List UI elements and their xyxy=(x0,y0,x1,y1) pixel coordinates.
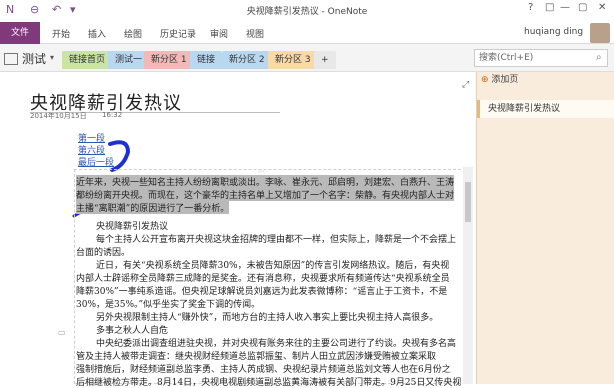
paragraph-line: 中央纪委派出调查组进驻央视，并对央视有账务来往的主要公司进行了约谈。央视有多名高 xyxy=(96,339,457,349)
chevron-down-icon[interactable]: ▾ xyxy=(50,53,54,62)
container-handle-icon[interactable]: ⋯ xyxy=(258,168,264,175)
paragraph-line: 内部人士辟谣称全员降薪三成降的是奖金。还有消息称，央视要求所有频道传达“央视系统… xyxy=(76,274,450,284)
pages-pane: ⊕ 添加页 央视降薪引发热议 xyxy=(476,72,614,384)
scrollbar-thumb[interactable] xyxy=(465,182,471,222)
search-input[interactable]: 搜索(Ctrl+E) xyxy=(474,49,608,67)
title-bar: N ⊖ ↶ ▾ 央视降薪引发热议 - OneNote ? □ — ▢ ✕ xyxy=(0,0,614,22)
section-tab-link-home[interactable]: 链接首页 xyxy=(62,51,113,69)
highlighted-paragraph-line: 都纷纷离开央视。而现在，这个豪华的主持名单上又增加了一个名字：柴静。有央视内部人… xyxy=(76,188,455,201)
tab-insert[interactable]: 插入 xyxy=(88,27,106,40)
section-tab-test-one[interactable]: 测试一 xyxy=(108,51,150,69)
paragraph-handle-icon[interactable]: ▭ xyxy=(58,328,66,337)
section-tab-new-2[interactable]: 新分区 2 xyxy=(222,51,272,69)
page-time: 16:32 xyxy=(102,111,123,119)
expand-icon[interactable]: ⤢ xyxy=(462,80,469,90)
user-name[interactable]: huqiang ding xyxy=(524,27,583,37)
minimize-icon[interactable]: — xyxy=(560,2,570,13)
tab-history[interactable]: 历史记录 xyxy=(160,27,196,40)
close-icon[interactable]: ✕ xyxy=(598,2,606,13)
file-tab[interactable]: 文件 xyxy=(0,22,40,44)
paragraph-line: 央视降薪引发热议 xyxy=(96,222,169,232)
paragraph-line: 近日，有关“央视系统全员降薪30%，未被告知原因”的传言引发网络热议。随后，有央… xyxy=(96,261,450,271)
notebook-name[interactable]: 测试 xyxy=(22,50,46,67)
paragraph-line: 30%，是35%。”似乎坐实了奖金下调的传闻。 xyxy=(76,300,261,310)
paragraph-line: 强制措施后，财经频道副总监李勇、主持人芮成钢、央视纪录片频道总监刘文等人也在6月… xyxy=(76,365,451,375)
tab-view[interactable]: 视图 xyxy=(246,27,264,40)
paragraph-line: 降薪30%”一事纯系造谣。但央视足球解说员刘嘉远为此发表微博称：“谣言止于工资卡… xyxy=(76,287,448,297)
tab-draw[interactable]: 绘图 xyxy=(124,27,142,40)
search-icon[interactable]: ⌕ xyxy=(596,52,611,63)
section-tab-link[interactable]: 链接 xyxy=(190,51,223,69)
paragraph-line: 另外央视限制主持人“赚外快”，而地方台的主持人收入事实上要比央视主持人高很多。 xyxy=(96,313,439,323)
notebook-bar: 测试 ▾ 链接首页 测试一 新分区 1 链接 新分区 2 新分区 3 + 搜索(Ctrl+E… xyxy=(0,44,614,72)
paragraph-line: 每个主持人公开宣布离开央视这块金招牌的理由都不一样，但实际上，降薪是一个不会摆上 xyxy=(96,235,457,245)
add-icon: ⊕ xyxy=(481,75,492,85)
ribbon: 文件 开始 插入 绘图 历史记录 审阅 视图 huqiang ding xyxy=(0,22,614,44)
add-section-button[interactable]: + xyxy=(314,51,336,69)
notebook-icon[interactable] xyxy=(4,53,18,65)
paragraph-line: 管及主持人被带走调查：继央视财经频道总监郭振玺、制片人田立武因涉嫌受贿被立案采取 xyxy=(76,352,437,362)
tab-home[interactable]: 开始 xyxy=(52,27,70,40)
add-page-label: 添加页 xyxy=(491,75,519,85)
add-page-button[interactable]: ⊕ 添加页 xyxy=(477,72,614,88)
paragraph-line: 后相继被检方带走。8月14日，央视电视剧频道副总监黄海涛被有关部门带走。9月25… xyxy=(76,378,462,388)
section-tab-new-3[interactable]: 新分区 3 xyxy=(268,51,318,69)
paragraph-line: 台面的诱因。 xyxy=(76,248,131,258)
ribbon-display-icon[interactable]: □ xyxy=(545,2,554,13)
page-date: 2014年10月15日 xyxy=(30,112,87,120)
help-icon[interactable]: ? xyxy=(528,2,533,13)
section-tab-new-1[interactable]: 新分区 1 xyxy=(144,51,194,69)
window-title: 央视降薪引发热议 - OneNote xyxy=(246,7,368,17)
highlighted-paragraph-line: 近年来，央视一些知名主持人纷纷离职或淡出。李咏、崔永元、邱启明，刘建宏、白燕升、… xyxy=(76,175,455,188)
paragraph-line: 多事之秋人人自危 xyxy=(96,326,169,336)
maximize-icon[interactable]: ▢ xyxy=(578,2,587,13)
avatar[interactable] xyxy=(590,23,610,43)
page-list-item[interactable]: 央视降薪引发热议 xyxy=(477,100,614,118)
highlighted-paragraph-line: 主播“离职潮”的原因进行了一番分析。 xyxy=(76,201,230,214)
page-canvas[interactable]: ⤢ 央视降薪引发热议 2014年10月15日 16:32 第一段 第六段 最后一… xyxy=(0,72,474,388)
tab-review[interactable]: 审阅 xyxy=(210,27,228,40)
